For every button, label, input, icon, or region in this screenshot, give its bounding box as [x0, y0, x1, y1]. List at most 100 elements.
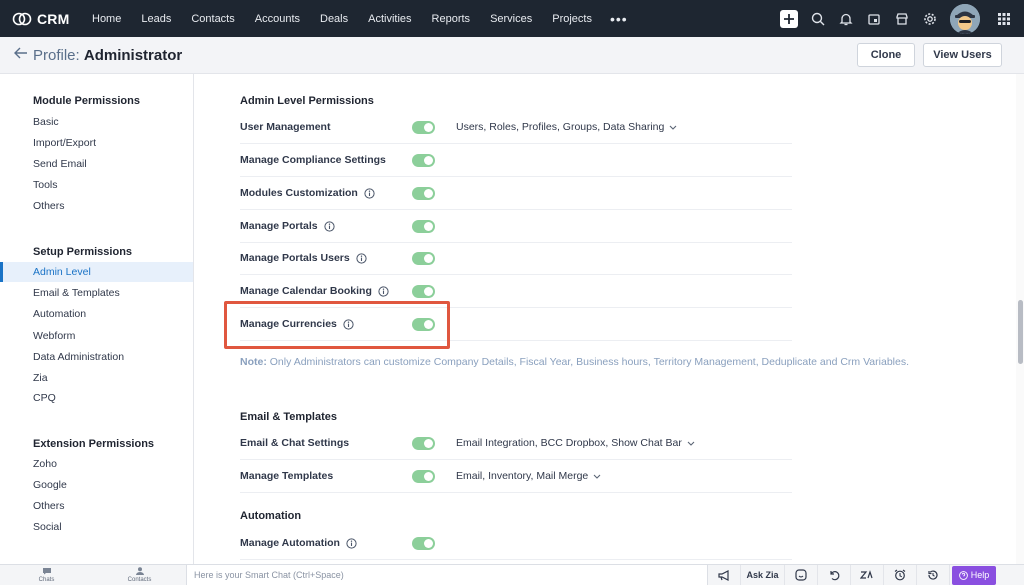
- permission-toggle[interactable]: [412, 537, 435, 550]
- permission-toggle[interactable]: [412, 252, 435, 265]
- permission-toggle[interactable]: [412, 470, 435, 483]
- nav-activities[interactable]: Activities: [358, 0, 421, 37]
- sidebar-heading-module: Module Permissions: [33, 95, 140, 107]
- nav-projects[interactable]: Projects: [542, 0, 602, 37]
- sidebar-item-admin-level[interactable]: Admin Level: [0, 262, 193, 282]
- scrollbar-thumb[interactable]: [1018, 300, 1023, 364]
- gear-icon[interactable]: [916, 0, 944, 37]
- perm-label: User Management: [240, 121, 331, 133]
- back-arrow-icon[interactable]: [14, 46, 30, 64]
- perm-detail-dropdown[interactable]: Email, Inventory, Mail Merge: [456, 470, 601, 482]
- view-users-button[interactable]: View Users: [923, 43, 1002, 67]
- perm-detail-dropdown[interactable]: Users, Roles, Profiles, Groups, Data Sha…: [456, 121, 677, 133]
- permissions-sidebar: Module Permissions Basic Import/Export S…: [0, 74, 194, 564]
- nav-leads[interactable]: Leads: [131, 0, 181, 37]
- sidebar-item-webform[interactable]: Webform: [0, 326, 193, 346]
- ask-zia-button[interactable]: Ask Zia: [741, 564, 785, 585]
- info-icon[interactable]: [324, 220, 335, 232]
- nav-more-icon[interactable]: •••: [602, 11, 636, 27]
- info-icon[interactable]: [343, 318, 354, 330]
- question-icon: [958, 570, 968, 580]
- clone-button[interactable]: Clone: [857, 43, 915, 67]
- contacts-tab-label: Contacts: [127, 577, 152, 583]
- bottom-actions: Ask Zia Help: [708, 564, 996, 585]
- perm-label: Manage Calendar Booking: [240, 285, 389, 297]
- smiley-icon[interactable]: [785, 564, 818, 585]
- page-title-name: Administrator: [83, 46, 183, 64]
- perm-label: Manage Compliance Settings: [240, 154, 386, 166]
- sidebar-item-data-administration[interactable]: Data Administration: [0, 347, 193, 367]
- nav-accounts[interactable]: Accounts: [245, 0, 310, 37]
- megaphone-icon[interactable]: [708, 564, 741, 585]
- perm-row-email-chat: Email & Chat Settings Email Integration,…: [240, 428, 792, 460]
- perm-label: Email & Chat Settings: [240, 437, 350, 449]
- permission-toggle[interactable]: [412, 220, 435, 233]
- sidebar-item-cpq[interactable]: CPQ: [0, 388, 193, 408]
- perm-row-manage-portals: Manage Portals: [240, 211, 792, 243]
- perm-detail-dropdown[interactable]: Email Integration, BCC Dropbox, Show Cha…: [456, 437, 695, 449]
- info-icon[interactable]: [356, 252, 367, 264]
- permission-toggle[interactable]: [412, 285, 435, 298]
- sidebar-item-ext-others[interactable]: Others: [0, 496, 193, 516]
- nav-home[interactable]: Home: [82, 0, 131, 37]
- help-button[interactable]: Help: [952, 565, 996, 585]
- avatar[interactable]: [950, 3, 980, 34]
- refresh-icon[interactable]: [818, 564, 851, 585]
- alarm-clock-icon[interactable]: [884, 564, 917, 585]
- permission-toggle[interactable]: [412, 437, 435, 450]
- note-label: Note:: [240, 356, 267, 368]
- crm-logo-icon: [12, 12, 32, 26]
- chat-bubble-icon: [42, 567, 52, 577]
- person-icon: [135, 567, 145, 577]
- admin-note: Note: Only Administrators can customize …: [240, 356, 909, 368]
- top-navigation: CRM Home Leads Contacts Accounts Deals A…: [0, 0, 1024, 37]
- perm-row-manage-templates: Manage Templates Email, Inventory, Mail …: [240, 461, 792, 493]
- sidebar-item-social[interactable]: Social: [0, 517, 193, 537]
- perm-label: Manage Templates: [240, 470, 334, 482]
- zia-icon[interactable]: [851, 564, 884, 585]
- chats-tab-label: Chats: [38, 577, 55, 583]
- sidebar-item-basic[interactable]: Basic: [0, 112, 193, 132]
- sidebar-item-zoho[interactable]: Zoho: [0, 454, 193, 474]
- nav-reports[interactable]: Reports: [422, 0, 481, 37]
- sidebar-item-import-export[interactable]: Import/Export: [0, 133, 193, 153]
- bell-icon[interactable]: [832, 0, 860, 37]
- permission-toggle[interactable]: [412, 154, 435, 167]
- perm-row-manage-automation: Manage Automation: [240, 528, 792, 560]
- permission-toggle[interactable]: [412, 187, 435, 200]
- nav-deals[interactable]: Deals: [310, 0, 358, 37]
- marketplace-icon[interactable]: [888, 0, 916, 37]
- sidebar-item-automation[interactable]: Automation: [0, 304, 193, 324]
- nav-actions: [780, 0, 1024, 37]
- brand-name: CRM: [37, 10, 70, 27]
- sidebar-item-tools[interactable]: Tools: [0, 175, 193, 195]
- permission-toggle[interactable]: [412, 318, 435, 331]
- page-title-prefix: Profile:: [33, 46, 80, 64]
- sidebar-item-send-email[interactable]: Send Email: [0, 154, 193, 174]
- chats-tab[interactable]: Chats: [0, 565, 93, 585]
- calendar-icon[interactable]: [860, 0, 888, 37]
- history-icon[interactable]: [917, 564, 950, 585]
- chevron-down-icon: [669, 125, 677, 130]
- info-icon[interactable]: [364, 187, 375, 199]
- smart-chat-input[interactable]: Here is your Smart Chat (Ctrl+Space): [186, 564, 708, 585]
- sidebar-item-zia[interactable]: Zia: [0, 368, 193, 388]
- sidebar-item-google[interactable]: Google: [0, 475, 193, 495]
- automation-title: Automation: [240, 510, 302, 522]
- create-plus-icon[interactable]: [780, 9, 798, 28]
- contacts-tab[interactable]: Contacts: [93, 565, 186, 585]
- search-icon[interactable]: [804, 0, 832, 37]
- sidebar-item-others[interactable]: Others: [0, 196, 193, 216]
- permission-toggle[interactable]: [412, 121, 435, 134]
- nav-services[interactable]: Services: [480, 0, 542, 37]
- apps-grid-icon[interactable]: [990, 0, 1018, 37]
- nav-contacts[interactable]: Contacts: [181, 0, 244, 37]
- info-icon[interactable]: [378, 285, 389, 297]
- perm-row-modules-customization: Modules Customization: [240, 178, 792, 210]
- info-icon[interactable]: [346, 537, 357, 549]
- perm-label: Manage Portals Users: [240, 252, 367, 264]
- perm-label: Manage Automation: [240, 537, 357, 549]
- sidebar-item-email-templates[interactable]: Email & Templates: [0, 283, 193, 303]
- sidebar-heading-setup: Setup Permissions: [33, 246, 133, 258]
- brand[interactable]: CRM: [12, 11, 82, 27]
